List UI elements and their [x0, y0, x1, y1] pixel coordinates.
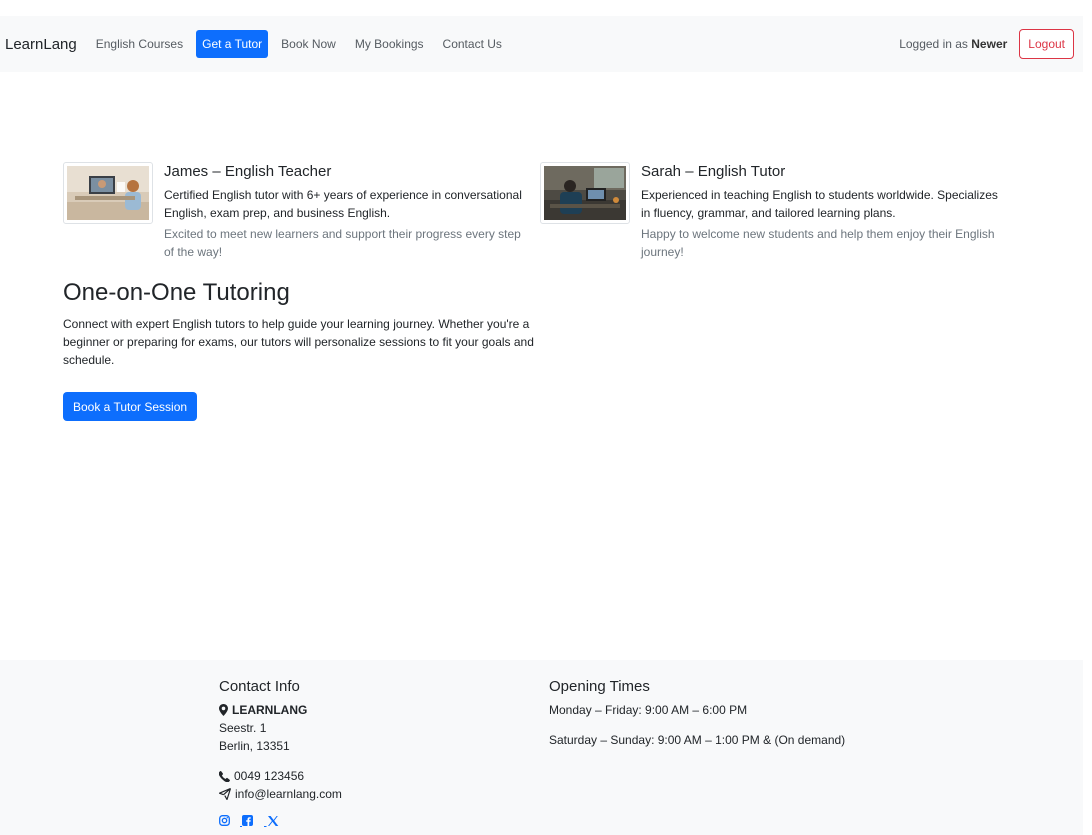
brand-logo[interactable]: LearnLang	[5, 36, 77, 53]
facebook-icon[interactable]	[240, 815, 254, 827]
tutor-photo-image	[544, 166, 626, 220]
weekend-hours: Saturday – Sunday: 9:00 AM – 1:00 PM & (…	[549, 733, 846, 747]
instagram-icon[interactable]	[219, 815, 230, 827]
tutor-note: Excited to meet new learners and support…	[164, 227, 521, 259]
address-city: Berlin, 13351	[219, 739, 290, 753]
paper-plane-icon	[219, 788, 231, 800]
phone-line: 0049 123456	[219, 767, 342, 785]
nav-my-bookings[interactable]: My Bookings	[349, 30, 430, 58]
contact-info-column: Contact Info LEARNLANG Seestr. 1 Berlin,…	[219, 678, 342, 827]
user-area: Logged in as Newer Logout	[899, 29, 1074, 59]
email-line: info@learnlang.com	[219, 785, 342, 803]
tutor-info-sarah: Sarah – English Tutor Experienced in tea…	[641, 162, 1010, 261]
tutor-name: James – English Teacher	[164, 163, 332, 180]
tutor-card-sarah: Sarah – English Tutor Experienced in tea…	[540, 162, 1010, 261]
company-line: LEARNLANG	[219, 701, 342, 719]
tutor-info-james: James – English Teacher Certified Englis…	[164, 162, 533, 261]
tutor-note: Happy to welcome new students and help t…	[641, 227, 995, 259]
top-navbar: LearnLang English Courses Get a Tutor Bo…	[0, 16, 1083, 72]
tutor-description: Certified English tutor with 6+ years of…	[164, 188, 522, 220]
email-address[interactable]: info@learnlang.com	[235, 785, 342, 803]
logged-in-prefix: Logged in as	[899, 37, 968, 51]
logged-in-status: Logged in as Newer	[899, 37, 1007, 51]
tutor-card-james: James – English Teacher Certified Englis…	[63, 162, 533, 261]
company-name: LEARNLANG	[232, 703, 308, 717]
map-pin-icon	[219, 704, 228, 716]
contact-info-heading: Contact Info	[219, 678, 300, 695]
social-links	[219, 815, 342, 827]
nav-book-now[interactable]: Book Now	[275, 30, 342, 58]
tutoring-intro: One-on-One Tutoring Connect with expert …	[63, 279, 538, 369]
page-title: One-on-One Tutoring	[63, 279, 290, 306]
address-street: Seestr. 1	[219, 721, 267, 735]
tutor-name: Sarah – English Tutor	[641, 163, 786, 180]
nav-english-courses[interactable]: English Courses	[90, 30, 189, 58]
intro-text: Connect with expert English tutors to he…	[63, 317, 534, 367]
nav-contact-us[interactable]: Contact Us	[437, 30, 508, 58]
tutor-description: Experienced in teaching English to stude…	[641, 188, 998, 220]
username: Newer	[971, 37, 1008, 51]
nav-get-a-tutor[interactable]: Get a Tutor	[196, 30, 269, 58]
phone-icon	[219, 770, 230, 782]
phone-number[interactable]: 0049 123456	[234, 767, 304, 785]
opening-times-heading: Opening Times	[549, 678, 650, 695]
tutor-photo-sarah	[540, 162, 630, 224]
site-footer: Contact Info LEARNLANG Seestr. 1 Berlin,…	[0, 660, 1083, 835]
tutor-photo-image	[67, 166, 149, 220]
book-tutor-session-button[interactable]: Book a Tutor Session	[63, 392, 198, 421]
tutor-photo-james	[63, 162, 153, 224]
weekday-hours: Monday – Friday: 9:00 AM – 6:00 PM	[549, 703, 748, 717]
x-icon[interactable]	[264, 815, 279, 827]
opening-times-column: Opening Times Monday – Friday: 9:00 AM –…	[549, 678, 845, 749]
logout-button[interactable]: Logout	[1019, 29, 1074, 59]
